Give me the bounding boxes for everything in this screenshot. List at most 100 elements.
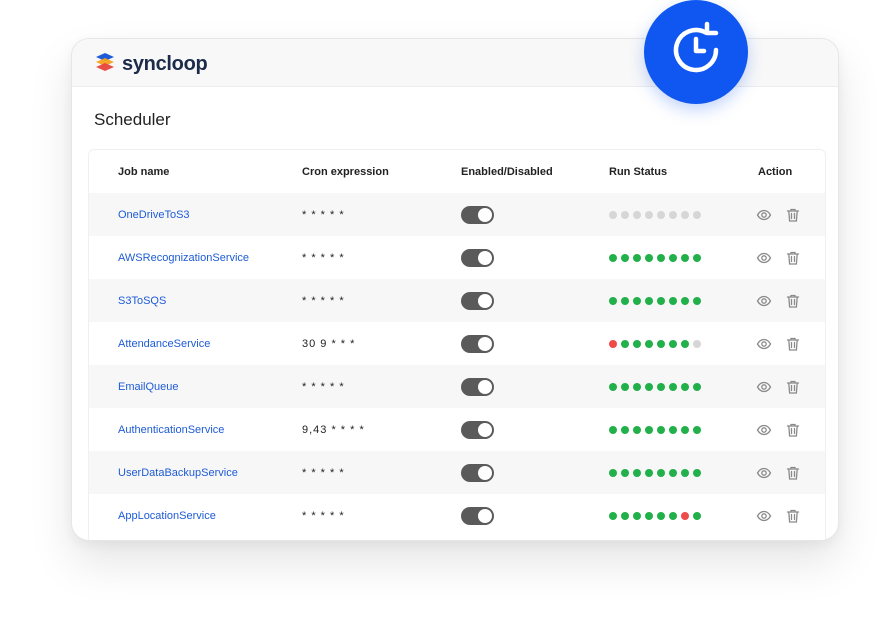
action-cell	[756, 494, 801, 537]
job-name-link[interactable]: UserDataBackupService	[118, 467, 238, 479]
job-name-cell: S3ToSQS	[118, 279, 166, 322]
status-dot-green	[657, 382, 665, 391]
toggle-knob	[478, 422, 492, 437]
status-dot-green	[657, 253, 665, 262]
status-dot-green	[669, 296, 677, 305]
status-dot-green	[645, 382, 653, 391]
status-dot-green	[693, 511, 701, 520]
trash-icon[interactable]	[785, 508, 801, 524]
status-dot-green	[681, 425, 689, 434]
enabled-toggle[interactable]	[461, 463, 494, 482]
cron-cell: 9,43 * * * *	[302, 408, 365, 451]
trash-icon[interactable]	[785, 379, 801, 395]
enabled-toggle[interactable]	[461, 334, 494, 353]
enabled-toggle[interactable]	[461, 506, 494, 525]
run-status-cell	[609, 451, 701, 494]
status-dot-green	[669, 382, 677, 391]
trash-icon[interactable]	[785, 293, 801, 309]
eye-icon[interactable]	[756, 379, 772, 395]
status-dot-green	[621, 339, 629, 348]
enabled-toggle[interactable]	[461, 205, 494, 224]
status-dot-gray	[633, 210, 641, 219]
job-name-link[interactable]: AppLocationService	[118, 510, 216, 522]
header-action: Action	[758, 166, 793, 178]
status-dot-green	[657, 511, 665, 520]
action-cell	[756, 365, 801, 408]
cron-cell: 30 9 * * *	[302, 322, 355, 365]
brand-name: syncloop	[122, 52, 208, 75]
trash-icon[interactable]	[785, 336, 801, 352]
eye-icon[interactable]	[756, 508, 772, 524]
status-dot-green	[669, 425, 677, 434]
syncloop-logo-icon	[94, 51, 116, 78]
run-status-dots	[609, 468, 701, 477]
enabled-cell	[461, 322, 494, 365]
trash-icon[interactable]	[785, 250, 801, 266]
status-dot-green	[681, 339, 689, 348]
enabled-toggle[interactable]	[461, 248, 494, 267]
enabled-cell	[461, 451, 494, 494]
run-status-cell	[609, 193, 701, 236]
run-status-cell	[609, 408, 701, 451]
trash-icon[interactable]	[785, 465, 801, 481]
jobs-table: Job name Cron expression Enabled/Disable…	[88, 149, 826, 540]
table-row: AppLocationService * * * * *	[89, 494, 825, 537]
cron-cell: * * * * *	[302, 236, 345, 279]
table-row: AttendanceService 30 9 * * *	[89, 322, 825, 365]
action-cell	[756, 408, 801, 451]
status-dot-green	[633, 468, 641, 477]
scheduler-window: syncloop Scheduler Job name Cron express…	[71, 38, 839, 541]
toggle-knob	[478, 508, 492, 523]
enabled-cell	[461, 494, 494, 537]
table-row: AuthenticationService 9,43 * * * *	[89, 408, 825, 451]
status-dot-green	[645, 425, 653, 434]
status-dot-green	[645, 511, 653, 520]
enabled-toggle[interactable]	[461, 377, 494, 396]
job-name-cell: AuthenticationService	[118, 408, 224, 451]
job-name-link[interactable]: OneDriveToS3	[118, 209, 190, 221]
status-dot-green	[621, 296, 629, 305]
job-name-cell: OneDriveToS3	[118, 193, 190, 236]
job-name-cell: AWSRecognizationService	[118, 236, 249, 279]
enabled-toggle[interactable]	[461, 420, 494, 439]
status-dot-green	[609, 382, 617, 391]
eye-icon[interactable]	[756, 250, 772, 266]
action-cell	[756, 322, 801, 365]
eye-icon[interactable]	[756, 465, 772, 481]
job-name-link[interactable]: AttendanceService	[118, 338, 210, 350]
job-name-link[interactable]: S3ToSQS	[118, 295, 166, 307]
status-dot-green	[657, 296, 665, 305]
eye-icon[interactable]	[756, 422, 772, 438]
status-dot-green	[657, 425, 665, 434]
enabled-toggle[interactable]	[461, 291, 494, 310]
run-status-dots	[609, 210, 701, 219]
enabled-cell	[461, 408, 494, 451]
toggle-knob	[478, 465, 492, 480]
status-dot-green	[645, 253, 653, 262]
trash-icon[interactable]	[785, 207, 801, 223]
status-dot-green	[681, 468, 689, 477]
status-dot-green	[633, 382, 641, 391]
trash-icon[interactable]	[785, 422, 801, 438]
run-status-dots	[609, 296, 701, 305]
job-name-link[interactable]: AWSRecognizationService	[118, 252, 249, 264]
brand-logo[interactable]: syncloop	[94, 51, 208, 78]
eye-icon[interactable]	[756, 293, 772, 309]
status-dot-green	[693, 468, 701, 477]
header-enabled: Enabled/Disabled	[461, 166, 553, 178]
status-dot-green	[609, 511, 617, 520]
job-name-link[interactable]: EmailQueue	[118, 381, 179, 393]
status-dot-green	[633, 296, 641, 305]
eye-icon[interactable]	[756, 207, 772, 223]
status-dot-gray	[657, 210, 665, 219]
run-status-cell	[609, 322, 701, 365]
cron-cell: * * * * *	[302, 279, 345, 322]
cron-expression: * * * * *	[302, 509, 345, 522]
status-dot-red	[609, 339, 617, 348]
action-cell	[756, 279, 801, 322]
cron-cell: * * * * *	[302, 494, 345, 537]
header-run-status: Run Status	[609, 166, 668, 178]
job-name-cell: AppLocationService	[118, 494, 216, 537]
eye-icon[interactable]	[756, 336, 772, 352]
job-name-link[interactable]: AuthenticationService	[118, 424, 224, 436]
